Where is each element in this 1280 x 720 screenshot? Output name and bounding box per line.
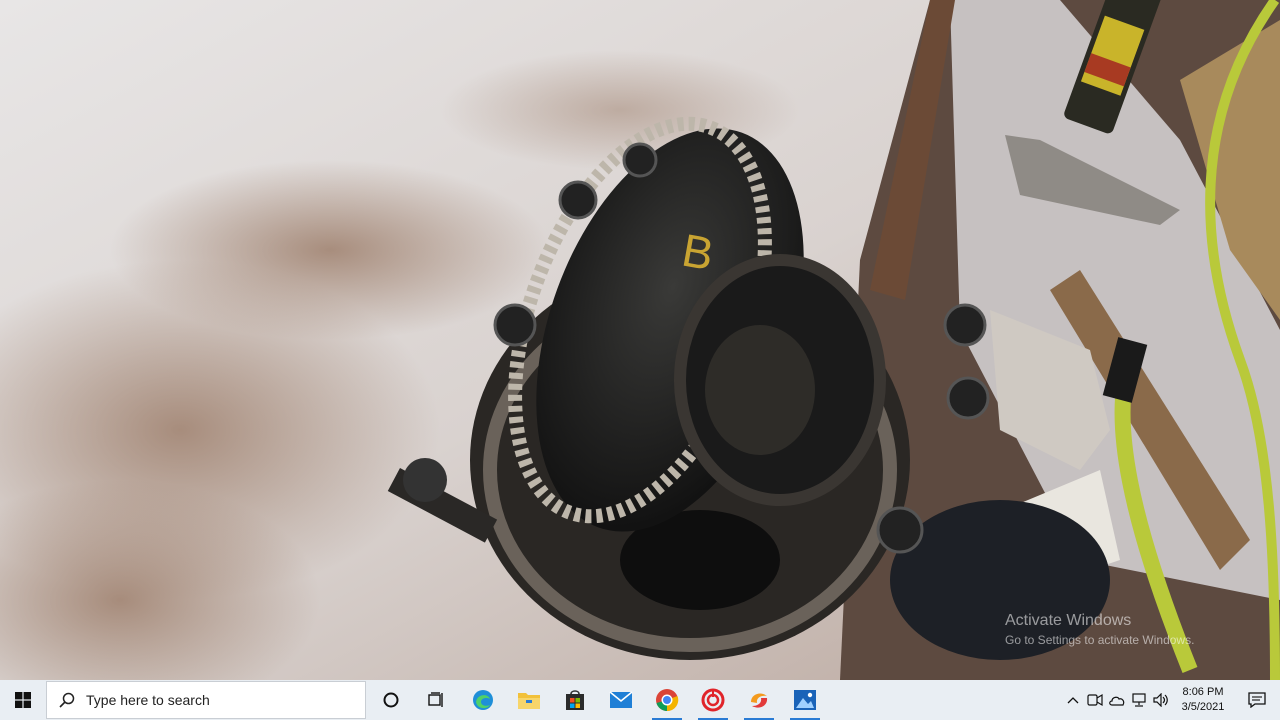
clock-date: 3/5/2021 — [1181, 701, 1225, 713]
notification-icon — [1248, 692, 1266, 708]
volume-button[interactable] — [1150, 680, 1172, 720]
onedrive-button[interactable] — [1106, 680, 1128, 720]
swirl-app-button[interactable] — [736, 680, 782, 720]
meet-now-button[interactable] — [1084, 680, 1106, 720]
folder-icon — [518, 693, 540, 709]
network-icon — [1132, 693, 1146, 707]
file-explorer-button[interactable] — [506, 680, 552, 720]
store-button[interactable] — [552, 680, 598, 720]
taskbar-search-box[interactable]: Type here to search — [46, 681, 366, 719]
red-ring-icon — [701, 688, 725, 712]
volume-icon — [1153, 693, 1168, 707]
chevron-up-icon — [1067, 697, 1079, 704]
swirl-icon — [751, 693, 768, 708]
edge-button[interactable] — [460, 680, 506, 720]
photos-button[interactable] — [782, 680, 828, 720]
clock-time: 8:06 PM — [1182, 686, 1224, 698]
clock[interactable]: 8:06 PM 3/5/2021 — [1172, 685, 1234, 715]
store-bag-icon — [566, 690, 584, 710]
chrome-button[interactable] — [644, 680, 690, 720]
cortana-button[interactable] — [368, 680, 414, 720]
search-icon — [58, 691, 76, 709]
chrome-icon — [656, 689, 679, 712]
network-button[interactable] — [1128, 680, 1150, 720]
edge-icon — [473, 690, 493, 710]
photos-icon — [794, 690, 816, 710]
action-center-button[interactable] — [1234, 680, 1280, 720]
show-hidden-icons-button[interactable] — [1062, 680, 1084, 720]
red-app-button[interactable] — [690, 680, 736, 720]
search-placeholder: Type here to search — [86, 692, 210, 708]
task-view-button[interactable] — [414, 680, 460, 720]
system-tray: 8:06 PM 3/5/2021 — [1062, 680, 1280, 720]
video-frame: B — [0, 0, 1280, 680]
mail-button[interactable] — [598, 680, 644, 720]
circle-icon — [383, 692, 399, 708]
photo-scene: B — [0, 0, 1280, 680]
meet-icon — [1087, 693, 1103, 707]
windows-logo-icon — [14, 692, 31, 708]
onedrive-icon — [1109, 696, 1125, 706]
task-view-icon — [428, 692, 443, 707]
mail-icon — [609, 691, 633, 708]
start-button[interactable] — [0, 680, 45, 720]
taskbar: Type here to search 8:06 PM 3/5/2021 — [0, 680, 1280, 720]
